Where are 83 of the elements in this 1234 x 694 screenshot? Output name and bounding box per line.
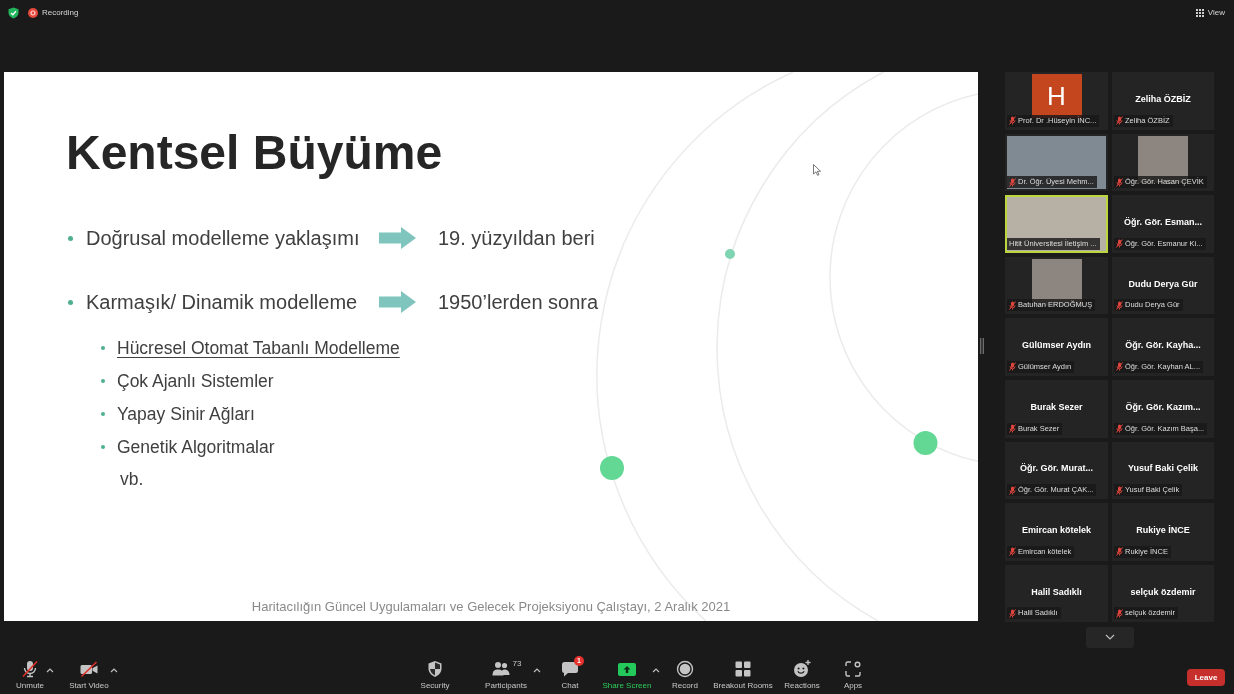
reactions-button[interactable]: Reactions	[783, 650, 821, 694]
grid-icon	[1195, 8, 1204, 17]
apps-icon	[843, 659, 863, 679]
mouse-pointer-icon	[813, 164, 821, 176]
muted-microphone-icon	[1116, 177, 1123, 187]
shield-icon	[425, 659, 445, 679]
result-text: 19. yüzyıldan beri	[438, 226, 595, 251]
apps-button[interactable]: Apps	[841, 650, 865, 694]
share-screen-button[interactable]: Share Screen	[602, 650, 652, 694]
muted-microphone-icon	[1009, 608, 1016, 618]
chat-bubble-icon	[560, 659, 580, 679]
participant-display-name: Burak Sezer	[1030, 401, 1083, 412]
bullet-icon	[68, 299, 73, 305]
chevron-down-icon	[1104, 634, 1115, 641]
note-text: vb.	[120, 468, 144, 491]
caret-up-icon[interactable]	[46, 667, 54, 673]
muted-microphone-icon	[1009, 177, 1016, 187]
view-button[interactable]: View	[1195, 8, 1225, 17]
bullet-icon	[101, 345, 105, 350]
people-icon	[490, 659, 511, 679]
shield-check-icon[interactable]	[8, 6, 19, 19]
muted-microphone-icon	[1116, 485, 1123, 495]
sub-bullet-text: Genetik Algoritmalar	[117, 435, 275, 458]
muted-microphone-icon	[1116, 116, 1123, 126]
bullet-icon	[101, 378, 105, 383]
record-button[interactable]: Record	[670, 650, 700, 694]
slide-footer: Haritacılığın Güncel Uygulamaları ve Gelecek Projeksiyonu Çalıştayı, 2 Aralık 2021	[251, 599, 731, 615]
sub-bullet-text: Hücresel Otomat Tabanlı Modelleme	[117, 336, 400, 359]
muted-microphone-icon	[1009, 424, 1016, 434]
caret-up-icon[interactable]	[110, 667, 118, 673]
arrow-right-icon	[379, 227, 416, 249]
decorative-dot-icon	[913, 431, 938, 455]
start-video-button[interactable]: Start Video	[68, 650, 110, 694]
participant-display-name: Öğr. Gör. Kazım...	[1125, 401, 1201, 412]
record-icon	[675, 659, 695, 679]
muted-microphone-icon	[1116, 300, 1123, 310]
participant-display-name: Emircan kötelek	[1021, 524, 1091, 535]
participant-display-name: Rukiye İNCE	[1136, 524, 1190, 535]
participant-count: 73	[512, 659, 522, 669]
recording-label: Recording	[42, 8, 79, 17]
participant-display-name: Dudu Derya Gür	[1128, 278, 1198, 289]
participant-display-name: Öğr. Gör. Esman...	[1124, 217, 1202, 227]
unmute-button[interactable]: Unmute	[14, 650, 46, 694]
muted-microphone-icon	[1009, 547, 1016, 557]
participant-display-name: Gülümser Aydın	[1022, 340, 1091, 351]
sub-bullet-text: Çok Ajanlı Sistemler	[117, 369, 274, 392]
participants-button[interactable]: 73 Participants	[483, 650, 529, 694]
decorative-dot-icon	[725, 249, 735, 259]
bullet-text: Doğrusal modelleme yaklaşımı	[86, 226, 361, 251]
recording-icon	[28, 7, 38, 18]
muted-microphone-icon	[1009, 362, 1016, 372]
bullet-icon	[68, 235, 73, 241]
four-squares-icon	[733, 659, 753, 679]
participant-display-name: Halil Sadıklı	[1031, 586, 1082, 597]
participant-display-name: selçuk özdemir	[1130, 586, 1196, 597]
breakout-rooms-button[interactable]: Breakout Rooms	[712, 650, 774, 694]
leave-button[interactable]: Leave	[1187, 669, 1225, 686]
muted-microphone-icon	[1116, 239, 1123, 249]
bullet-icon	[101, 411, 105, 416]
caret-up-icon[interactable]	[652, 667, 660, 673]
initial-avatar: H	[1031, 74, 1082, 118]
participant-display-name: Yusuf Baki Çelik	[1128, 463, 1198, 474]
slide-title: Kentsel Büyüme	[66, 128, 443, 177]
bullet-icon	[101, 444, 105, 449]
muted-microphone-icon	[1116, 362, 1123, 372]
sub-bullet-text: Yapay Sinir Ağları	[117, 402, 255, 425]
participant-display-name: Öğr. Gör. Kayha...	[1125, 340, 1201, 351]
decorative-dot-icon	[600, 456, 624, 480]
security-button[interactable]: Security	[418, 650, 452, 694]
arrow-right-icon	[379, 291, 416, 313]
muted-microphone-icon	[1116, 547, 1123, 557]
result-text: 1950’lerden sonra	[438, 290, 599, 315]
caret-up-icon[interactable]	[533, 667, 541, 673]
muted-microphone-icon	[1116, 608, 1123, 618]
resize-handle-icon[interactable]	[980, 338, 984, 354]
participant-display-name: Öğr. Gör. Murat...	[1020, 463, 1093, 474]
muted-microphone-icon	[1009, 116, 1016, 126]
participant-display-name: Zeliha ÖZBİZ	[1135, 93, 1191, 104]
muted-microphone-icon	[1009, 300, 1016, 310]
muted-microphone-icon	[1116, 424, 1123, 434]
muted-microphone-icon	[1009, 485, 1016, 495]
bullet-text: Karmaşık/ Dinamik modelleme	[86, 290, 359, 315]
smiley-plus-icon	[792, 659, 812, 679]
